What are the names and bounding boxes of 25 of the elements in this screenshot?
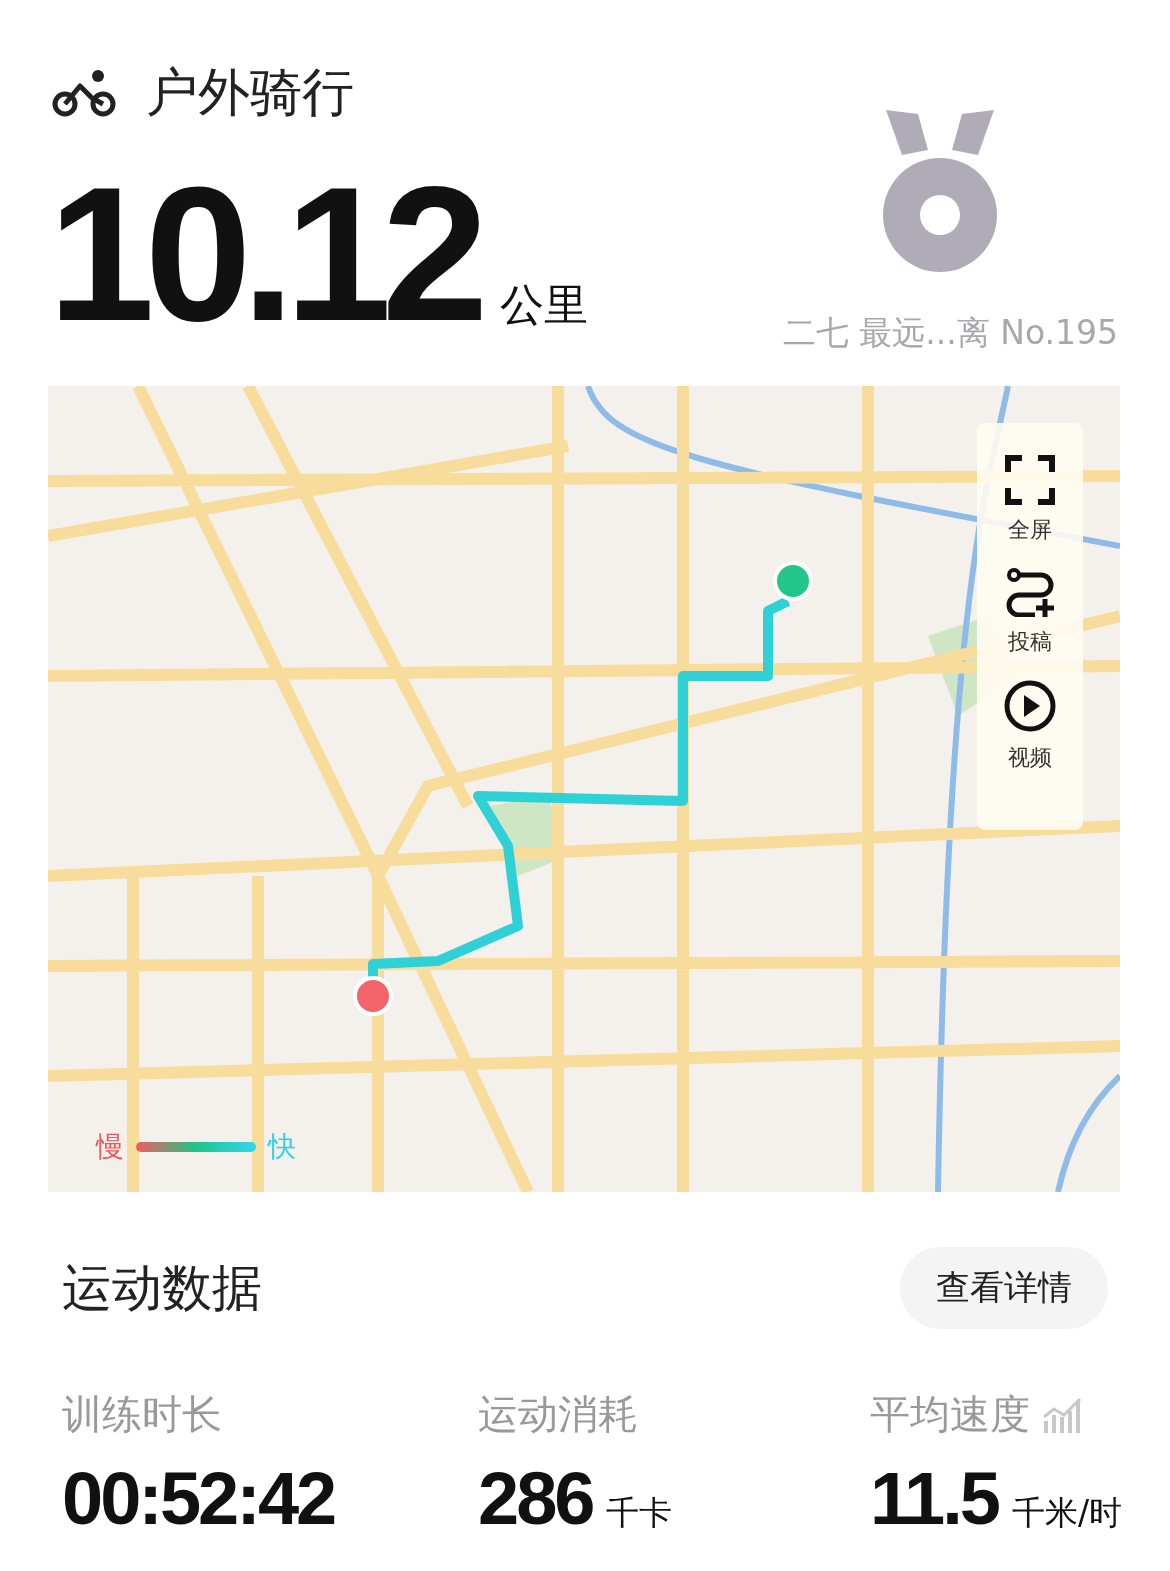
fullscreen-icon: [1005, 455, 1055, 505]
route-add-icon: [1005, 567, 1055, 617]
map-tool-button[interactable]: 视频: [1003, 679, 1057, 773]
play-icon: [1003, 679, 1057, 733]
stat-value: 00:52:42: [62, 1456, 335, 1541]
medal-icon: [880, 110, 1000, 275]
fast-label: 快: [268, 1129, 296, 1165]
stat-value: 286: [478, 1456, 593, 1541]
section-title: 运动数据: [62, 1257, 262, 1319]
details-button[interactable]: 查看详情: [900, 1247, 1108, 1329]
stat-label: 训练时长: [62, 1390, 222, 1439]
stat-label: 平均速度: [870, 1390, 1030, 1439]
stat-unit: 千卡: [606, 1492, 673, 1534]
map-tool-button[interactable]: 投稿: [1005, 567, 1055, 657]
stat-value: 11.5: [870, 1456, 998, 1541]
activity-title: 户外骑行: [146, 61, 354, 124]
distance-value: 10.12: [48, 158, 479, 350]
stat-label: 运动消耗: [478, 1390, 638, 1439]
slow-label: 慢: [96, 1129, 124, 1165]
stat-unit: 千米/时: [1011, 1492, 1123, 1534]
bicycle-icon: [52, 68, 118, 118]
map-tool-button[interactable]: 全屏: [1005, 455, 1055, 545]
distance-unit: 公里: [500, 278, 589, 332]
medal-caption: 二七 最远...离 No.195: [782, 312, 1118, 354]
bar-chart-icon[interactable]: [1042, 1396, 1082, 1433]
